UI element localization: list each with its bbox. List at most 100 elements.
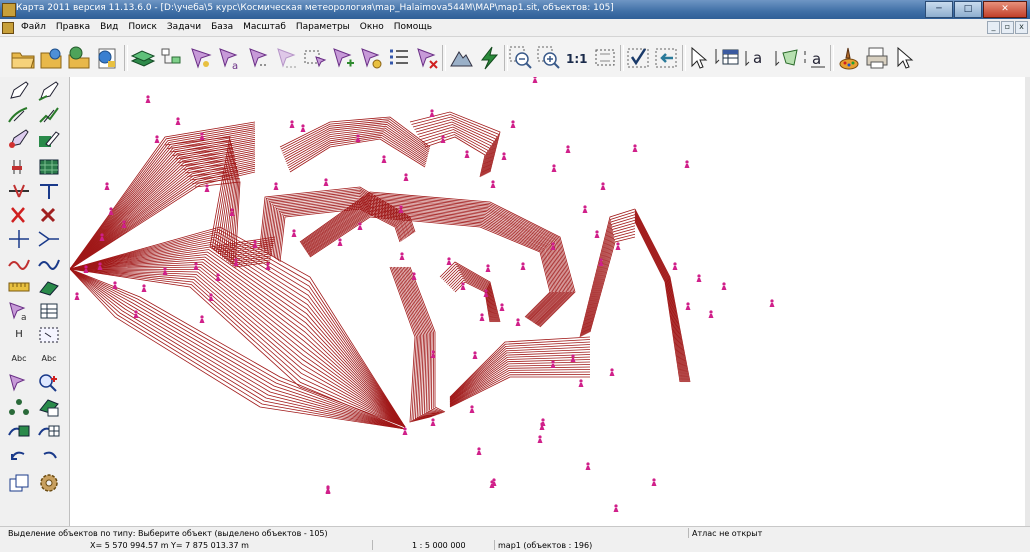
surface-icon[interactable] bbox=[448, 45, 474, 71]
grid-select-icon[interactable] bbox=[36, 324, 62, 346]
point-marker[interactable] bbox=[479, 313, 485, 321]
pencil-area-icon[interactable] bbox=[36, 128, 62, 150]
globe-document-icon[interactable] bbox=[94, 45, 120, 71]
point-marker[interactable] bbox=[594, 230, 600, 238]
select-multiple-icon[interactable] bbox=[246, 45, 272, 71]
move-object-icon[interactable] bbox=[36, 276, 62, 298]
pencil-line-icon[interactable] bbox=[36, 80, 62, 102]
point-marker[interactable] bbox=[485, 264, 491, 272]
document-icon[interactable] bbox=[2, 22, 14, 34]
point-marker[interactable] bbox=[399, 252, 405, 260]
text-list-icon[interactable]: a bbox=[802, 45, 828, 71]
point-marker[interactable] bbox=[154, 135, 160, 143]
point-marker[interactable] bbox=[696, 274, 702, 282]
menu-scale[interactable]: Масштаб bbox=[238, 21, 291, 33]
add-map-icon[interactable] bbox=[66, 45, 92, 71]
point-marker[interactable] bbox=[684, 160, 690, 168]
curve-tool-icon[interactable] bbox=[6, 252, 32, 274]
point-marker[interactable] bbox=[490, 180, 496, 188]
t-junction-icon[interactable] bbox=[36, 180, 62, 202]
point-marker[interactable] bbox=[551, 164, 557, 172]
lightning-icon[interactable] bbox=[476, 45, 502, 71]
undo-grid-icon[interactable] bbox=[36, 420, 62, 442]
point-marker[interactable] bbox=[289, 120, 295, 128]
point-marker[interactable] bbox=[501, 152, 507, 160]
mdi-close-button[interactable]: x bbox=[1015, 21, 1028, 34]
select-query-icon[interactable] bbox=[358, 45, 384, 71]
ruler-icon[interactable] bbox=[6, 276, 32, 298]
list-icon[interactable] bbox=[386, 45, 412, 71]
menu-search[interactable]: Поиск bbox=[123, 21, 162, 33]
undo-icon[interactable] bbox=[6, 444, 32, 466]
menu-help[interactable]: Помощь bbox=[389, 21, 437, 33]
point-marker[interactable] bbox=[609, 368, 615, 376]
point-marker[interactable] bbox=[708, 310, 714, 318]
pencil-edit-icon[interactable] bbox=[6, 128, 32, 150]
zoom-out-icon[interactable] bbox=[508, 45, 534, 71]
pointer-extra-icon[interactable] bbox=[892, 45, 918, 71]
point-marker[interactable] bbox=[273, 182, 279, 190]
height-tool[interactable]: H bbox=[6, 324, 32, 346]
check-icon[interactable] bbox=[626, 45, 652, 71]
layer-tree-icon[interactable] bbox=[158, 45, 184, 71]
close-button[interactable]: ✕ bbox=[983, 1, 1027, 18]
pencil-icon[interactable] bbox=[6, 80, 32, 102]
text-tool-1[interactable]: Abc bbox=[6, 348, 32, 370]
point-marker[interactable] bbox=[520, 262, 526, 270]
point-marker[interactable] bbox=[429, 109, 435, 117]
mdi-minimize-button[interactable]: _ bbox=[987, 21, 1000, 34]
point-marker[interactable] bbox=[721, 282, 727, 290]
point-marker[interactable] bbox=[300, 124, 306, 132]
point-marker[interactable] bbox=[582, 205, 588, 213]
point-marker[interactable] bbox=[532, 77, 538, 83]
gear-icon[interactable] bbox=[36, 472, 62, 494]
point-marker[interactable] bbox=[430, 418, 436, 426]
point-marker[interactable] bbox=[769, 299, 775, 307]
point-marker[interactable] bbox=[381, 155, 387, 163]
pencil-polyline-icon[interactable] bbox=[36, 104, 62, 126]
point-marker[interactable] bbox=[323, 178, 329, 186]
point-marker[interactable] bbox=[74, 292, 80, 300]
menu-window[interactable]: Окно bbox=[355, 21, 389, 33]
point-marker[interactable] bbox=[175, 117, 181, 125]
point-marker[interactable] bbox=[325, 485, 331, 493]
import-table-icon[interactable] bbox=[36, 396, 62, 418]
point-marker[interactable] bbox=[510, 120, 516, 128]
menu-database[interactable]: База bbox=[206, 21, 238, 33]
layers-icon[interactable] bbox=[130, 45, 156, 71]
maximize-button[interactable]: □ bbox=[954, 1, 982, 18]
label-pointer-icon[interactable]: a bbox=[744, 45, 770, 71]
pencil-curve-icon[interactable] bbox=[6, 104, 32, 126]
menu-tasks[interactable]: Задачи bbox=[162, 21, 206, 33]
fit-window-icon[interactable] bbox=[592, 45, 618, 71]
polygon-edit-icon[interactable] bbox=[774, 45, 800, 71]
add-selection-icon[interactable] bbox=[330, 45, 356, 71]
point-marker[interactable] bbox=[145, 95, 151, 103]
point-marker[interactable] bbox=[537, 435, 543, 443]
point-marker[interactable] bbox=[446, 257, 452, 265]
search-object-icon[interactable] bbox=[36, 372, 62, 394]
curve-join-icon[interactable] bbox=[36, 252, 62, 274]
print-icon[interactable] bbox=[864, 45, 890, 71]
point-marker[interactable] bbox=[570, 354, 576, 362]
point-marker[interactable] bbox=[337, 238, 343, 246]
point-marker[interactable] bbox=[613, 504, 619, 512]
point-marker[interactable] bbox=[112, 281, 118, 289]
point-marker[interactable] bbox=[265, 262, 271, 270]
point-marker[interactable] bbox=[193, 262, 199, 270]
redo-icon[interactable] bbox=[36, 444, 62, 466]
zoom-in-icon[interactable] bbox=[536, 45, 562, 71]
point-marker[interactable] bbox=[476, 447, 482, 455]
mdi-restore-button[interactable]: ▫ bbox=[1001, 21, 1014, 34]
point-marker[interactable] bbox=[499, 303, 505, 311]
point-marker[interactable] bbox=[672, 262, 678, 270]
table-edit-icon[interactable] bbox=[36, 300, 62, 322]
pointer-icon[interactable] bbox=[686, 45, 712, 71]
menu-view[interactable]: Вид bbox=[95, 21, 123, 33]
delete-icon[interactable] bbox=[6, 204, 32, 226]
point-marker[interactable] bbox=[651, 478, 657, 486]
point-marker[interactable] bbox=[615, 242, 621, 250]
split-icon[interactable] bbox=[6, 180, 32, 202]
node-tree-icon[interactable] bbox=[6, 396, 32, 418]
crosshair-icon[interactable] bbox=[6, 228, 32, 250]
